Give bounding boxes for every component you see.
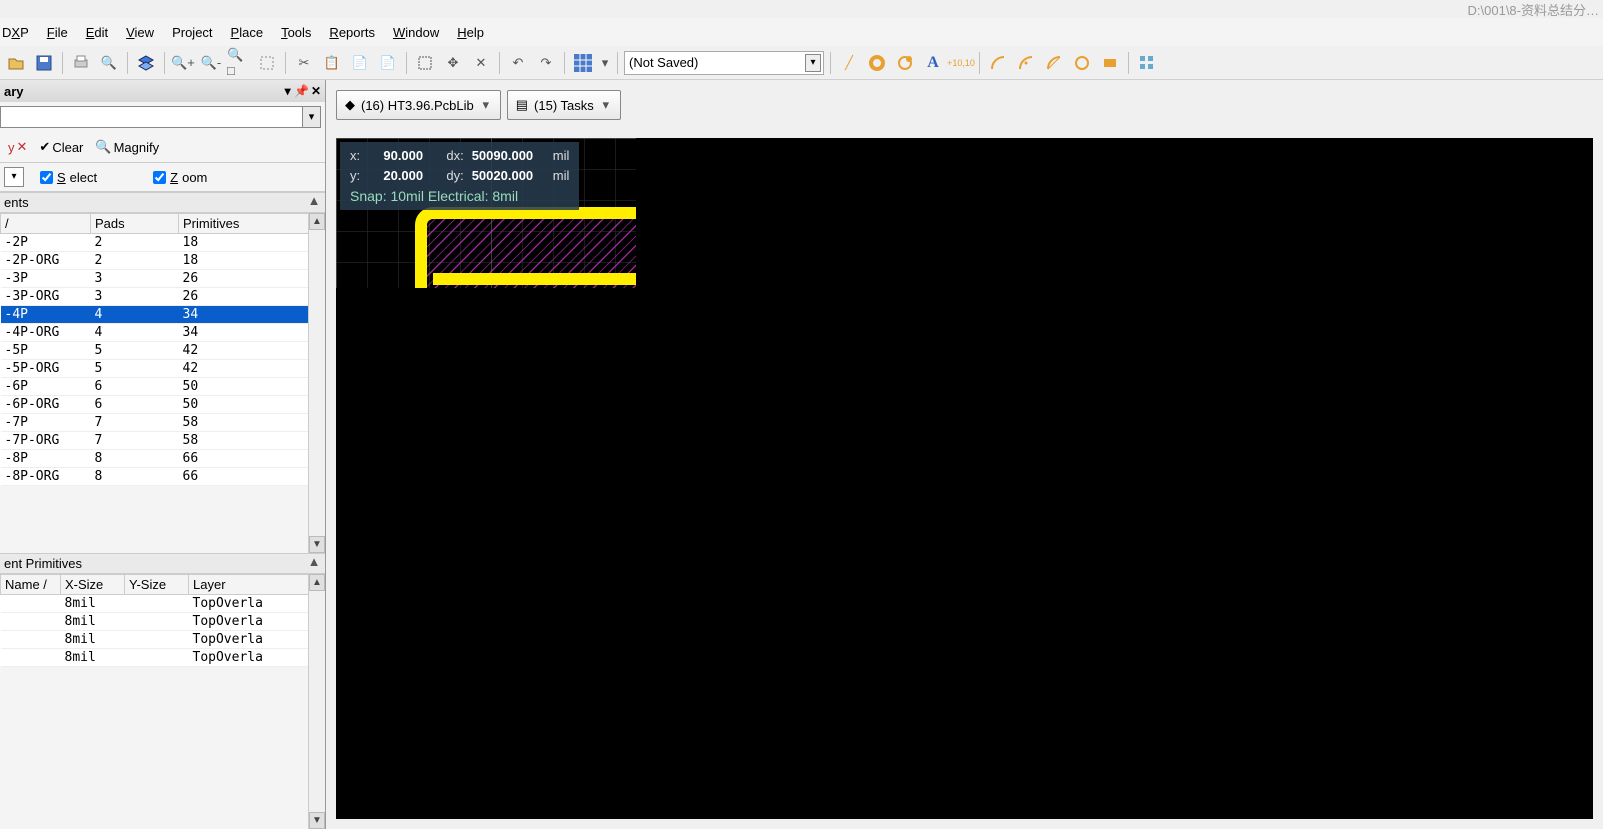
mask-combo[interactable]: ▾ [0,106,321,128]
select-checkbox[interactable]: Select [40,170,97,185]
menu-reports[interactable]: Reports [329,25,375,40]
menu-help[interactable]: Help [457,25,484,40]
components-scrollbar[interactable]: ▲▼ [308,213,325,553]
zoom-in-icon[interactable]: 🔍+ [171,51,195,75]
main-toolbar: 🔍 🔍+ 🔍- 🔍□ ✂ 📋 📄 📄 ✥ ✕ ↶ ↷ ▾ (Not Saved)… [0,46,1603,80]
deselect-icon[interactable]: ✕ [469,51,493,75]
paste-icon[interactable]: 📄 [348,51,372,75]
components-table: / Pads Primitives -2P218-2P-ORG218-3P326… [0,213,325,486]
table-row[interactable]: -8P-ORG866 [1,468,325,486]
close-icon: ✕ [17,139,28,155]
place-string-icon[interactable]: A [921,51,945,75]
menu-dxp[interactable]: DXP [2,25,29,40]
table-row[interactable]: -6P-ORG650 [1,396,325,414]
paste-special-icon[interactable]: 📄 [376,51,400,75]
library-panel: ary ▾ 📌 ✕ ▾ y ✕ ✔ Clear 🔍 Magnify ▾ Sele… [0,80,326,829]
table-row[interactable]: 8milTopOverla [1,613,325,631]
zoom-checkbox[interactable]: Zoom [153,170,207,185]
place-via-icon[interactable] [893,51,917,75]
menu-place[interactable]: Place [231,25,264,40]
table-row[interactable]: 8milTopOverla [1,595,325,613]
table-row[interactable]: -4P-ORG434 [1,324,325,342]
table-row[interactable]: -5P542 [1,342,325,360]
menu-window[interactable]: Window [393,25,439,40]
layer-icon[interactable] [134,51,158,75]
zoom-area-icon[interactable] [255,51,279,75]
menu-edit[interactable]: Edit [86,25,108,40]
panel-close-icon[interactable]: ✕ [311,84,321,98]
menu-file[interactable]: File [47,25,68,40]
place-coord-icon[interactable]: +10,10 [949,51,973,75]
menu-view[interactable]: View [126,25,154,40]
grid-dd-icon[interactable]: ▾ [599,51,611,75]
place-fill-icon[interactable] [1098,51,1122,75]
tab-pcblib[interactable]: ◆ (16) HT3.96.PcbLib▾ [336,90,501,120]
place-arc1-icon[interactable] [986,51,1010,75]
panel-pin-icon[interactable]: ▾ 📌 [285,84,309,98]
table-row[interactable]: -8P866 [1,450,325,468]
table-row[interactable]: -3P326 [1,270,325,288]
magnify-button[interactable]: 🔍 Magnify [91,136,163,158]
workspace: ◆ (16) HT3.96.PcbLib▾ ▤ (15) Tasks▾ [326,80,1603,829]
place-circle-icon[interactable] [1070,51,1094,75]
copy-icon[interactable]: 📋 [320,51,344,75]
place-arc3-icon[interactable] [1042,51,1066,75]
save-icon[interactable] [32,51,56,75]
mode-dropdown[interactable]: ▾ [4,167,24,187]
coordinate-readout: x: 90.000 dx: 50090.000 mil y: 20.000 dy… [340,142,579,210]
grid-icon[interactable] [571,51,595,75]
preview-icon[interactable]: 🔍 [97,51,121,75]
apply-button[interactable]: y ✕ [4,136,31,158]
move-icon[interactable]: ✥ [441,51,465,75]
pcb-canvas[interactable]: 1 2 3 4 [336,138,1593,819]
table-row[interactable]: -2P218 [1,234,325,252]
table-row[interactable]: 8milTopOverla [1,631,325,649]
clear-button[interactable]: ✔ Clear [35,136,87,158]
place-line-icon[interactable]: ╱ [837,51,861,75]
file-path: D:\001\8-资料总结分… [1468,0,1603,18]
panel-title: ary [4,84,24,99]
snapshot-combo[interactable]: (Not Saved)▾ [624,51,824,75]
table-row[interactable]: -2P-ORG218 [1,252,325,270]
select-rect-icon[interactable] [413,51,437,75]
menu-bar: DXP File Edit View Project Place Tools R… [0,18,1603,46]
document-tabs: ◆ (16) HT3.96.PcbLib▾ ▤ (15) Tasks▾ [326,80,1603,130]
table-row[interactable]: 8milTopOverla [1,649,325,667]
pcb-icon: ◆ [345,97,355,113]
primitives-table: Name / X-Size Y-Size Layer 8milTopOverla… [0,574,325,667]
primitives-scrollbar[interactable]: ▲▼ [308,574,325,829]
tab-tasks[interactable]: ▤ (15) Tasks▾ [507,90,621,120]
table-row[interactable]: -7P758 [1,414,325,432]
table-row[interactable]: -7P-ORG758 [1,432,325,450]
doc-icon: ▤ [516,97,528,113]
print-icon[interactable] [69,51,93,75]
redo-icon[interactable]: ↷ [534,51,558,75]
table-row[interactable]: -3P-ORG326 [1,288,325,306]
panel-title-bar: ary ▾ 📌 ✕ [0,80,325,102]
menu-tools[interactable]: Tools [281,25,311,40]
menu-project[interactable]: Project [172,25,212,40]
table-row[interactable]: -5P-ORG542 [1,360,325,378]
place-pad-icon[interactable] [865,51,889,75]
table-row[interactable]: -4P434 [1,306,325,324]
table-row[interactable]: -6P650 [1,378,325,396]
cut-icon[interactable]: ✂ [292,51,316,75]
undo-icon[interactable]: ↶ [506,51,530,75]
zoom-fit-icon[interactable]: 🔍□ [227,51,251,75]
open-icon[interactable] [4,51,28,75]
place-array-icon[interactable] [1135,51,1159,75]
primitives-header: ent Primitives ▲ [0,553,325,574]
components-header: ents ▲ [0,192,325,213]
zoom-out-icon[interactable]: 🔍- [199,51,223,75]
place-arc2-icon[interactable] [1014,51,1038,75]
